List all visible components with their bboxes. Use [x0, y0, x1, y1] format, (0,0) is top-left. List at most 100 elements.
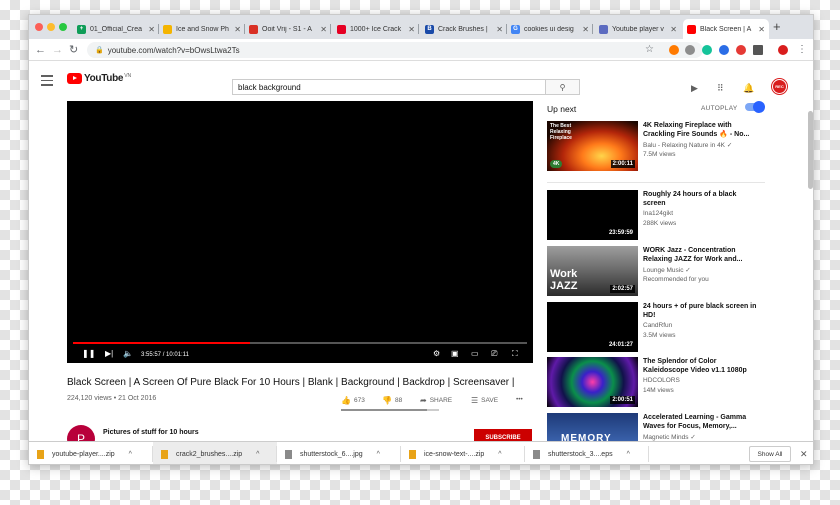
- show-all-downloads-button[interactable]: Show All: [749, 446, 791, 462]
- close-window-icon[interactable]: [35, 23, 43, 31]
- tab-close-icon[interactable]: ✕: [758, 25, 765, 34]
- fullscreen-icon[interactable]: ⛶: [512, 349, 518, 359]
- pinterest-icon: [337, 24, 346, 34]
- browser-tab[interactable]: Ice and Snow Ph ✕: [159, 19, 245, 39]
- theater-mode-icon[interactable]: ▭: [471, 349, 479, 359]
- video-item-title[interactable]: 4K Relaxing Fireplace with Crackling Fir…: [643, 121, 759, 139]
- channel-name[interactable]: Pictures of stuff for 10 hours: [103, 429, 199, 436]
- bookmark-star-icon[interactable]: ☆: [645, 42, 654, 58]
- notifications-bell-icon[interactable]: 🔔: [743, 83, 754, 94]
- video-thumbnail[interactable]: Work JAZZ 2:02:57: [547, 246, 638, 296]
- youtube-icon: [687, 24, 696, 34]
- browser-tab[interactable]: Ooit Vrij - S1 - A ✕: [245, 19, 331, 39]
- tab-close-icon[interactable]: ✕: [496, 25, 503, 34]
- video-item-title[interactable]: The Splendor of Color Kaleidoscope Video…: [643, 357, 759, 375]
- chevron-up-icon[interactable]: ^: [129, 451, 132, 458]
- tab-title: Ooit Vrij - S1 - A: [262, 25, 312, 33]
- video-item-channel: Ina124gikt: [643, 210, 673, 217]
- browser-tab[interactable]: B Crack Brushes | ✕: [421, 19, 507, 39]
- tab-close-icon[interactable]: ✕: [408, 25, 415, 34]
- extension-grid-icon[interactable]: [753, 45, 763, 55]
- up-next-video-item[interactable]: The Best Relaxing Fireplace 4K 2:00:11 4K R…: [547, 121, 773, 171]
- tab-close-icon[interactable]: ✕: [148, 25, 155, 34]
- video-item-title[interactable]: WORK Jazz - Concentration Relaxing JAZZ …: [643, 246, 759, 264]
- address-bar[interactable]: 🔒 youtube.com/watch?v=bOwsLtwa2Ts: [87, 42, 703, 58]
- video-thumbnail[interactable]: 24:01:27: [547, 302, 638, 352]
- video-player[interactable]: ❚❚ ▶| 🔈 3:55:57 / 10:01:11 ⚙ ▣ ▭ ⎚ ⛶: [67, 101, 533, 363]
- lion-icon: [249, 24, 258, 34]
- menu-icon[interactable]: [41, 75, 53, 89]
- cast-icon[interactable]: ⎚: [491, 349, 497, 359]
- tab-strip: +01_Official_Crea ✕ Ice and Snow Ph ✕ Ooit V…: [29, 15, 813, 39]
- browser-tab[interactable]: +01_Official_Crea ✕: [73, 19, 159, 39]
- back-icon[interactable]: ←: [35, 42, 46, 58]
- tab-close-icon[interactable]: ✕: [670, 25, 677, 34]
- download-item[interactable]: crack2_brushes....zip ^: [153, 442, 277, 464]
- chevron-up-icon[interactable]: ^: [498, 451, 501, 458]
- extension-camera-icon[interactable]: [685, 45, 695, 55]
- youtube-play-icon: [67, 73, 82, 84]
- settings-gear-icon[interactable]: ⚙: [433, 349, 440, 359]
- autoplay-toggle[interactable]: [745, 101, 765, 113]
- page-scrollbar[interactable]: [808, 111, 813, 189]
- tab-close-icon[interactable]: ✕: [234, 25, 241, 34]
- browser-tab[interactable]: Black Screen | A ✕: [683, 19, 769, 39]
- time-display: 3:55:57 / 10:01:11: [141, 350, 189, 360]
- tab-close-icon[interactable]: ✕: [582, 25, 589, 34]
- more-actions-button[interactable]: •••: [516, 396, 523, 403]
- extension-adblock-icon[interactable]: [736, 45, 746, 55]
- extension-grammarly-icon[interactable]: [702, 45, 712, 55]
- video-item-channel: Magnetic Minds ✓: [643, 434, 696, 441]
- browser-tab[interactable]: 1000+ Ice Crack ✕: [333, 19, 419, 39]
- forward-icon[interactable]: →: [52, 42, 63, 58]
- next-icon[interactable]: ▶|: [105, 349, 113, 359]
- like-button[interactable]: 👍 673: [341, 396, 365, 405]
- up-next-video-item[interactable]: Work JAZZ 2:02:57 WORK Jazz - Concentratio…: [547, 246, 773, 296]
- time-current: 3:55:57: [141, 352, 162, 358]
- download-item[interactable]: ice-snow-text-....zip ^: [401, 442, 525, 464]
- save-button[interactable]: ☰ SAVE: [471, 396, 498, 405]
- extension-chat-icon[interactable]: [719, 45, 729, 55]
- tab-close-icon[interactable]: ✕: [320, 25, 327, 34]
- add-to-playlist-icon: ☰: [471, 396, 479, 405]
- download-item[interactable]: shutterstock_6....jpg ^: [277, 442, 401, 464]
- search-button[interactable]: ⚲: [546, 79, 580, 95]
- download-item[interactable]: youtube-player....zip ^: [29, 442, 153, 464]
- extension-fire-icon[interactable]: [669, 45, 679, 55]
- account-avatar[interactable]: REC: [772, 79, 787, 94]
- browser-tab[interactable]: Youtube player v ✕: [595, 19, 681, 39]
- pause-icon[interactable]: ❚❚: [82, 349, 95, 359]
- video-item-title[interactable]: Accelerated Learning - Gamma Waves for F…: [643, 413, 759, 431]
- reload-icon[interactable]: ↻: [69, 42, 78, 58]
- share-button[interactable]: ➦ SHARE: [420, 396, 452, 405]
- video-thumbnail[interactable]: The Best Relaxing Fireplace 4K 2:00:11: [547, 121, 638, 171]
- youtube-logo[interactable]: YouTube VN: [67, 73, 131, 84]
- tab-title: 1000+ Ice Crack: [350, 25, 402, 33]
- create-video-icon[interactable]: ▶: [691, 83, 698, 94]
- chevron-up-icon[interactable]: ^: [377, 451, 380, 458]
- video-item-title[interactable]: Roughly 24 hours of a black screen: [643, 190, 759, 208]
- download-item[interactable]: shutterstock_3....eps ^: [525, 442, 649, 464]
- maximize-window-icon[interactable]: [59, 23, 67, 31]
- video-duration: 24:01:27: [606, 341, 635, 349]
- close-downloads-icon[interactable]: ✕: [800, 449, 808, 460]
- apps-grid-icon[interactable]: ⠿: [717, 83, 724, 94]
- progress-bar[interactable]: [73, 342, 527, 344]
- dislike-button[interactable]: 👎 88: [382, 396, 402, 405]
- minimize-window-icon[interactable]: [47, 23, 55, 31]
- volume-icon[interactable]: 🔈: [123, 349, 133, 359]
- video-thumbnail[interactable]: 2:00:51: [547, 357, 638, 407]
- up-next-video-item[interactable]: 2:00:51 The Splendor of Color Kaleidoscop…: [547, 357, 773, 407]
- browser-menu-icon[interactable]: ⋮: [797, 42, 807, 58]
- extension-record-icon[interactable]: [778, 45, 788, 55]
- video-thumbnail[interactable]: 23:59:59: [547, 190, 638, 240]
- miniplayer-icon[interactable]: ▣: [451, 349, 459, 359]
- video-item-title[interactable]: 24 hours + of pure black screen in HD!: [643, 302, 759, 320]
- search-input[interactable]: black background: [232, 79, 546, 95]
- new-tab-button[interactable]: +: [773, 20, 781, 34]
- browser-tab[interactable]: Gcookies ui desig ✕: [507, 19, 593, 39]
- up-next-video-item[interactable]: 24:01:27 24 hours + of pure black screen …: [547, 302, 773, 352]
- chevron-up-icon[interactable]: ^: [256, 451, 259, 458]
- up-next-video-item[interactable]: 23:59:59 Roughly 24 hours of a black scre…: [547, 190, 773, 240]
- chevron-up-icon[interactable]: ^: [627, 451, 630, 458]
